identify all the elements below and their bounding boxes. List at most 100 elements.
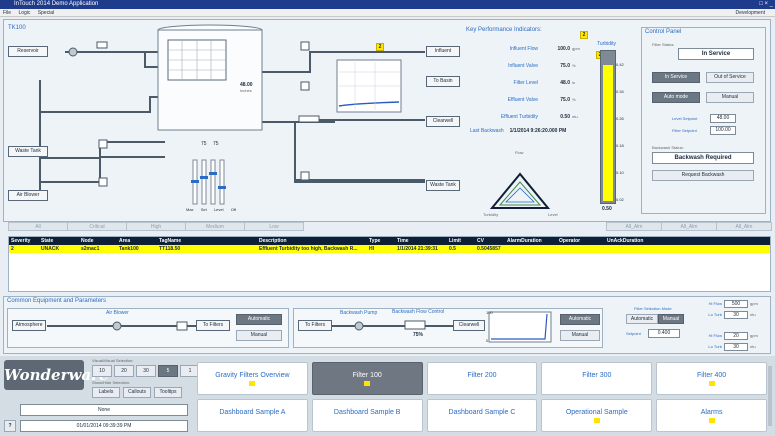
cell: HI [367,245,395,253]
col-time[interactable]: Time [395,237,447,245]
kpi-label: Filter Level [513,79,538,86]
level-setpoint-input[interactable]: 48.00 [710,114,736,123]
nav-label: Filter 200 [467,372,497,379]
flow-setpoint-input[interactable]: 100.00 [710,126,736,135]
tab-low[interactable]: Low [244,222,304,231]
in-service-button[interactable]: In Service [652,72,700,83]
waste-tank-right: Waste Tank [426,180,460,191]
tab-all-alm-3[interactable]: All_Alm [716,222,772,231]
param-unit: gpm [750,301,758,306]
col-description[interactable]: Description [257,237,367,245]
backwash-manual-button[interactable]: Manual [560,330,600,341]
backwash-automatic-button[interactable]: Automatic [560,314,600,325]
kpi-unit: % [572,97,576,102]
mode-automatic-button[interactable]: Automatic [626,314,658,324]
backwash-pct: 75% [413,332,424,338]
cell: Tank100 [117,245,157,253]
callouts-toggle[interactable]: Callouts [123,387,151,398]
kpi-row: Influent Flow 100.0 gpm [478,40,580,57]
out-of-service-button[interactable]: Out of Service [706,72,754,83]
tab-critical[interactable]: Critical [67,222,127,231]
col-operator[interactable]: Operator [557,237,605,245]
level-setpoint-label: Level Setpoint [672,116,698,121]
col-unack-duration[interactable]: UnAckDuration [605,237,770,245]
nav-filter-400[interactable]: Filter 400 [656,362,767,395]
level-bar-labels: Max Set Level Off [186,207,236,212]
nav-dashboard-sample-c[interactable]: Dashboard Sample C [426,399,538,432]
col-severity[interactable]: Severity [9,237,39,245]
col-area[interactable]: Area [117,237,157,245]
col-state[interactable]: State [39,237,79,245]
kpi-unit: ntu [572,114,578,119]
param-value[interactable]: 500 [724,299,748,308]
nav-gravity-filters-overview[interactable]: Gravity Filters Overview [197,362,308,395]
clearwell-source: Clearwell [453,320,485,331]
nav-dashboard-sample-b[interactable]: Dashboard Sample B [311,399,423,432]
nav-filter-300[interactable]: Filter 300 [541,362,653,395]
col-type[interactable]: Type [367,237,395,245]
turbidity-value: 0.50 [602,206,612,212]
tooltips-toggle[interactable]: Tooltips [154,387,182,398]
nav-alarms[interactable]: Alarms [656,399,767,432]
kpi-title: Key Performance Indicators: [466,27,542,33]
kpi-unit: in [572,80,576,85]
nav-filter-100[interactable]: Filter 100 [311,362,423,395]
tab-all-alm-2[interactable]: All_Alm [661,222,717,231]
gauge-turbidity-label: Turbidity [483,212,499,217]
atmosphere-source: Atmosphere [12,320,46,331]
turbidity-tick: 0.42 [616,62,624,67]
blower-automatic-button[interactable]: Automatic [236,314,282,325]
tab-all-alm-1[interactable]: All_Alm [606,222,662,231]
manual-mode-button[interactable]: Manual [706,92,754,103]
param-value[interactable]: 20 [724,331,748,340]
request-backwash-button[interactable]: Request Backwash [652,170,754,181]
kpi-value: 75.0 [560,96,570,103]
to-filters-destination: To Filters [196,320,230,331]
gauge-level-label: Level [548,212,558,217]
backwash-pump-label: Backwash Pump [340,310,378,316]
nav-filter-200[interactable]: Filter 200 [426,362,538,395]
tab-all[interactable]: All [8,222,68,231]
param-value[interactable]: 30 [724,342,748,351]
backwash-status-display: Backwash Required [652,152,754,164]
col-alarm-duration[interactable]: AlarmDuration [505,237,557,245]
nav-dashboard-sample-a[interactable]: Dashboard Sample A [197,399,308,432]
col-cv[interactable]: CV [475,237,505,245]
turbidity-title: Turbidity [597,41,616,47]
visual-btn-30[interactable]: 30 [136,365,156,377]
blower-manual-button[interactable]: Manual [236,330,282,341]
auto-mode-button[interactable]: Auto mode [652,92,700,103]
param-row: Lo Turb 30 ntu [700,309,758,320]
param-value[interactable]: 30 [724,310,748,319]
visual-btn-20[interactable]: 20 [114,365,134,377]
alarm-grid: Severity State Node Area TagName Descrip… [8,236,771,292]
mode-manual-button[interactable]: Manual [658,314,684,324]
tab-high[interactable]: High [126,222,186,231]
menu-development[interactable]: Development [736,9,765,17]
cell [557,245,605,253]
alarm-mark-icon [593,418,600,423]
menu-logic[interactable]: Logic [18,10,30,16]
window-controls[interactable]: □ × _ [759,0,773,9]
param-label: Hi Flow [708,333,722,338]
mode-setpoint-input[interactable]: 0.400 [648,329,680,338]
tank-level-unit: Inches [240,88,252,93]
nav-scrollbar[interactable] [768,366,772,426]
to-basin-destination: To Basin [426,76,460,87]
visual-btn-10[interactable]: 10 [92,365,112,377]
tab-medium[interactable]: Medium [185,222,245,231]
nav-operational-sample[interactable]: Operational Sample [541,399,653,432]
visual-btn-5[interactable]: 5 [158,365,178,377]
help-button[interactable]: ? [4,420,16,432]
visual-selection-label: Visual/Visual Selection: [92,358,134,363]
labels-toggle[interactable]: Labels [92,387,120,398]
menu-special[interactable]: Special [38,10,54,16]
kpi-row: Filter Level 48.0 in [478,74,580,91]
col-limit[interactable]: Limit [447,237,475,245]
col-node[interactable]: Node [79,237,117,245]
last-backwash-value: 1/1/2014 9:26:20.000 PM [509,128,567,134]
menu-file[interactable]: File [3,10,11,16]
col-tagname[interactable]: TagName [157,237,257,245]
alarm-badge-trend: 2 [376,43,384,51]
alarm-row[interactable]: 2 UNACK s2mac1 Tank100 TT118.50 Effluent… [9,245,770,253]
